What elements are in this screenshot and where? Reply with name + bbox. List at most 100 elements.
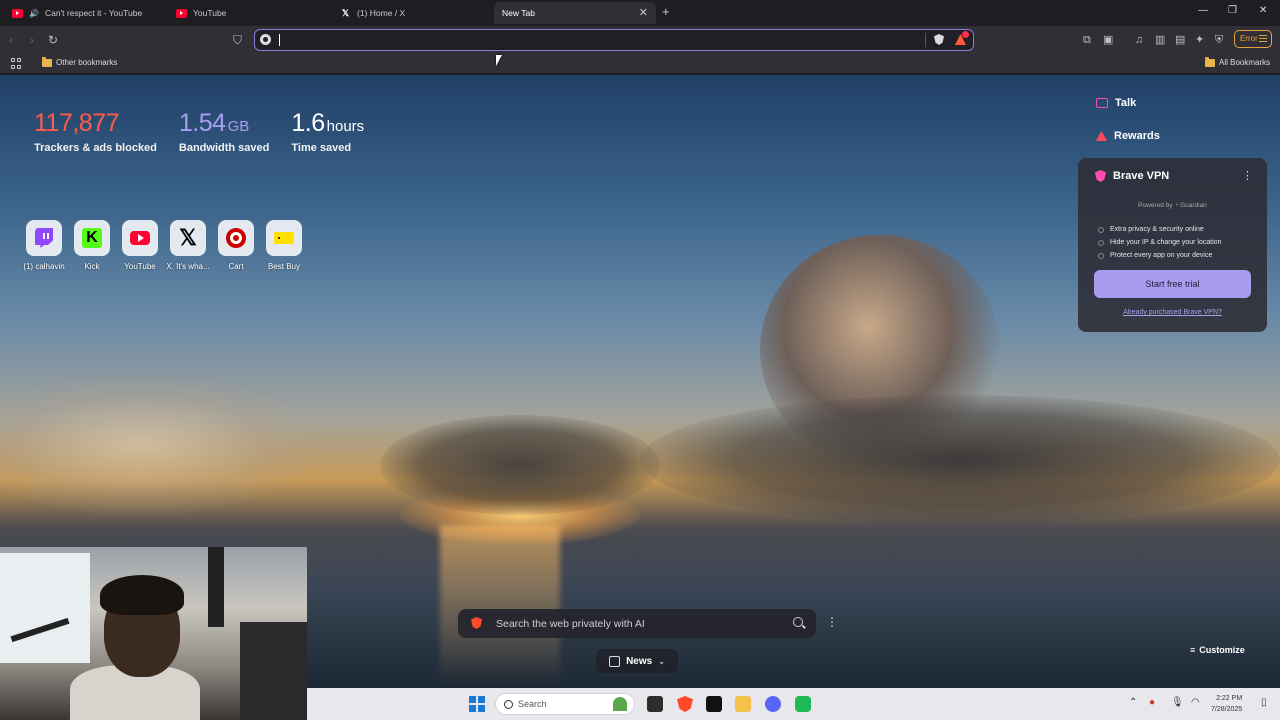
rewards-badge bbox=[962, 31, 969, 38]
apps-grid-icon[interactable] bbox=[11, 58, 22, 69]
top-site-kick[interactable]: K Kick bbox=[72, 220, 112, 271]
more-options-icon[interactable]: ⋮ bbox=[1242, 169, 1253, 182]
talk-widget[interactable]: Talk bbox=[1096, 97, 1136, 109]
wallet-icon[interactable]: ▤ bbox=[1175, 33, 1185, 47]
start-free-trial-button[interactable]: Start free trial bbox=[1094, 270, 1251, 298]
clock-date: 7/28/2025 bbox=[1211, 706, 1243, 713]
vpn-features: Extra privacy & security online Hide you… bbox=[1098, 223, 1222, 262]
top-site-youtube[interactable]: YouTube bbox=[120, 220, 160, 271]
stat-label: Time saved bbox=[291, 142, 352, 154]
vpn-title: Brave VPN bbox=[1113, 170, 1170, 182]
task-view-icon[interactable] bbox=[647, 696, 663, 712]
feature-text: Extra privacy & security online bbox=[1110, 226, 1204, 233]
media-icon[interactable]: ♫ bbox=[1135, 33, 1143, 47]
close-tab-icon[interactable]: ✕ bbox=[639, 6, 648, 19]
obs-app-icon[interactable] bbox=[706, 696, 722, 712]
x-icon: 𝕏 bbox=[179, 225, 197, 250]
top-site-twitch[interactable]: (1) calhavin bbox=[23, 220, 65, 271]
top-site-target[interactable]: Cart bbox=[216, 220, 256, 271]
video-camera-icon bbox=[1096, 98, 1108, 108]
other-bookmarks-folder[interactable]: Other bookmarks bbox=[42, 56, 117, 67]
file-explorer-icon[interactable] bbox=[735, 696, 751, 712]
error-menu-button[interactable]: Error bbox=[1234, 30, 1272, 48]
stat-unit: hours bbox=[326, 118, 365, 135]
sidebar-icon[interactable]: ▥ bbox=[1155, 33, 1165, 47]
webcam-person-hair bbox=[100, 575, 184, 615]
forward-icon[interactable]: › bbox=[30, 33, 34, 47]
bestbuy-icon bbox=[274, 232, 294, 244]
brave-shields-icon[interactable] bbox=[934, 34, 944, 45]
close-window-icon[interactable]: ✕ bbox=[1259, 5, 1267, 16]
tab-title: YouTube bbox=[193, 8, 227, 18]
address-input[interactable] bbox=[277, 32, 917, 47]
target-icon bbox=[226, 228, 246, 248]
extensions-icon[interactable]: ⧉ bbox=[1083, 33, 1091, 47]
back-icon[interactable]: ‹ bbox=[9, 33, 13, 47]
bookmark-icon[interactable]: ⛉ bbox=[233, 33, 242, 47]
address-bar[interactable] bbox=[254, 29, 974, 51]
microphone-icon[interactable]: 🎙 bbox=[1171, 697, 1184, 708]
tile-box[interactable] bbox=[266, 220, 302, 256]
all-bookmarks-folder[interactable]: All Bookmarks bbox=[1205, 56, 1271, 67]
brave-browser-icon[interactable] bbox=[677, 696, 693, 712]
taskbar-search-label: Search bbox=[518, 699, 547, 709]
notification-icon[interactable]: ▯ bbox=[1261, 697, 1267, 708]
ai-search-box[interactable]: Search the web privately with AI bbox=[458, 609, 816, 638]
top-sites: (1) calhavin K Kick YouTube 𝕏 X. It's wh… bbox=[23, 220, 304, 271]
new-tab-button[interactable]: + bbox=[662, 4, 670, 19]
background-cloud bbox=[0, 375, 320, 515]
tile-box[interactable] bbox=[122, 220, 158, 256]
windows-start-icon[interactable] bbox=[469, 696, 485, 712]
taskbar-clock[interactable]: 2:22 PM 7/28/2025 bbox=[1211, 693, 1242, 715]
tile-box[interactable] bbox=[218, 220, 254, 256]
rewards-widget[interactable]: Rewards bbox=[1096, 130, 1160, 142]
error-label: Error bbox=[1240, 34, 1258, 43]
discord-icon[interactable] bbox=[765, 696, 781, 712]
tab-title: (1) Home / X bbox=[357, 8, 406, 18]
wifi-icon[interactable]: ◠ bbox=[1191, 697, 1200, 708]
restore-icon[interactable]: ❐ bbox=[1228, 5, 1237, 16]
vpn-header: Brave VPN bbox=[1095, 170, 1169, 182]
vpn-icon[interactable]: ⛨ bbox=[1215, 33, 1223, 47]
tile-label: Best Buy bbox=[267, 262, 300, 271]
tile-box[interactable]: 𝕏 bbox=[170, 220, 206, 256]
customize-button[interactable]: ≡ Customize bbox=[1190, 645, 1245, 655]
search-placeholder: Search the web privately with AI bbox=[496, 618, 645, 630]
tile-label: X. It's wha... bbox=[166, 262, 210, 271]
folder-label: All Bookmarks bbox=[1219, 58, 1271, 67]
already-purchased-link[interactable]: Already purchased Brave VPN? bbox=[1078, 309, 1267, 316]
reload-icon[interactable]: ↻ bbox=[48, 33, 58, 47]
tab-title: New Tab bbox=[502, 8, 535, 18]
top-site-bestbuy[interactable]: Best Buy bbox=[264, 220, 304, 271]
tab-youtube-song[interactable]: 🔊 Can't respect it - YouTube bbox=[4, 2, 168, 24]
folder-icon bbox=[42, 56, 52, 67]
news-button[interactable]: News ⌄ bbox=[596, 649, 678, 673]
webcam-overlay bbox=[0, 547, 307, 720]
tile-box[interactable]: K bbox=[74, 220, 110, 256]
stat-value: 117,877 bbox=[34, 109, 120, 137]
speaker-icon[interactable]: 🔊 bbox=[29, 9, 39, 18]
leo-ai-icon[interactable]: ✦ bbox=[1195, 33, 1204, 47]
stat-label: Trackers & ads blocked bbox=[34, 142, 157, 154]
kick-icon: K bbox=[82, 228, 102, 248]
tray-app-icon[interactable]: ● bbox=[1149, 697, 1155, 708]
minimize-icon[interactable]: — bbox=[1198, 5, 1208, 16]
app-icon[interactable] bbox=[795, 696, 811, 712]
webcam-monitor bbox=[240, 622, 307, 720]
clock-time: 2:22 PM bbox=[1216, 695, 1243, 702]
tile-box[interactable] bbox=[26, 220, 62, 256]
x-icon: 𝕏 bbox=[341, 7, 350, 18]
tab-youtube[interactable]: YouTube bbox=[168, 2, 332, 24]
background-cloud bbox=[640, 395, 1280, 525]
webcam-window bbox=[0, 553, 90, 663]
check-icon bbox=[1098, 226, 1104, 233]
tab-search-icon[interactable]: ▣ bbox=[1103, 33, 1113, 47]
top-site-x[interactable]: 𝕏 X. It's wha... bbox=[166, 220, 210, 271]
tab-new-tab[interactable]: New Tab ✕ bbox=[494, 2, 656, 24]
search-icon[interactable] bbox=[793, 617, 803, 627]
check-icon bbox=[1098, 239, 1104, 246]
search-options-icon[interactable]: ⋮ bbox=[826, 615, 838, 629]
tab-x-home[interactable]: 𝕏 (1) Home / X bbox=[332, 2, 496, 24]
search-engine-icon[interactable] bbox=[260, 34, 271, 45]
chevron-up-icon[interactable]: ⌃ bbox=[1129, 697, 1137, 708]
